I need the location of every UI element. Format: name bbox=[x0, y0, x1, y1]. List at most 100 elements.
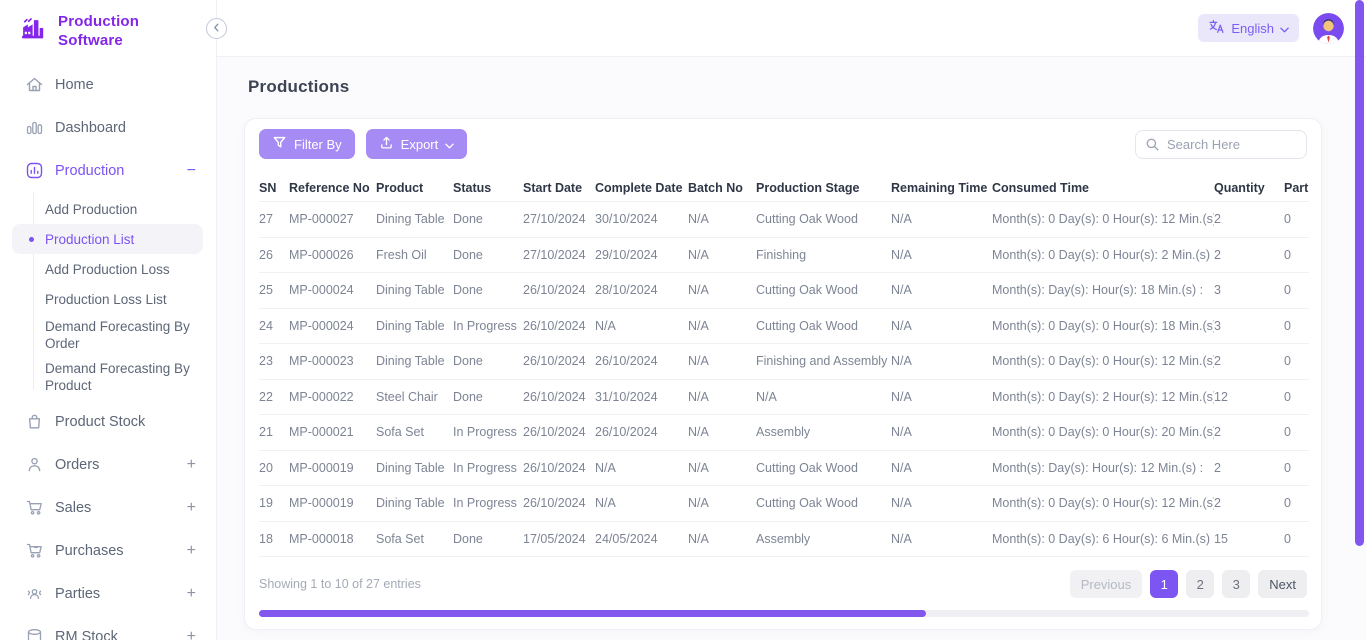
table-cell-product: Dining Table bbox=[376, 319, 453, 333]
sidebar-item-sales[interactable]: Sales + bbox=[0, 486, 216, 529]
sub-item-label: Demand Forecasting By Product bbox=[45, 360, 193, 394]
expand-plus-icon[interactable]: + bbox=[187, 586, 196, 602]
table-row: 21MP-000021Sofa SetIn Progress26/10/2024… bbox=[259, 414, 1309, 450]
sidebar-item-add-production-loss[interactable]: Add Production Loss bbox=[12, 254, 203, 284]
column-header-reference-no: Reference No bbox=[289, 181, 376, 195]
table-cell-status: In Progress bbox=[453, 496, 523, 510]
table-cell-production-stage: Assembly bbox=[756, 425, 891, 439]
column-header-production-stage: Production Stage bbox=[756, 181, 891, 195]
table-body: 27MP-000027Dining TableDone27/10/202430/… bbox=[259, 201, 1309, 557]
table-cell-start-date: 26/10/2024 bbox=[523, 283, 595, 297]
expand-plus-icon[interactable]: + bbox=[187, 543, 196, 559]
expand-plus-icon[interactable]: + bbox=[187, 457, 196, 473]
table-cell-reference-no: MP-000021 bbox=[289, 425, 376, 439]
column-header-status: Status bbox=[453, 181, 523, 195]
table-cell-quantity: 2 bbox=[1214, 212, 1284, 226]
vertical-scrollbar-thumb[interactable] bbox=[1355, 0, 1364, 546]
table-cell-product: Fresh Oil bbox=[376, 248, 453, 262]
sidebar-item-rm-stock[interactable]: RM Stock + bbox=[0, 615, 216, 640]
table-cell-consumed-time: Month(s): 0 Day(s): 0 Hour(s): 2 Min.(s)… bbox=[992, 248, 1214, 262]
sidebar-item-parties[interactable]: Parties + bbox=[0, 572, 216, 615]
sidebar-item-label: Home bbox=[55, 77, 94, 93]
table-header-row: SNReference NoProductStatusStart DateCom… bbox=[259, 175, 1309, 201]
sidebar-item-purchases[interactable]: Purchases + bbox=[0, 529, 216, 572]
table-cell-complete-date: N/A bbox=[595, 319, 688, 333]
sidebar-collapse-button[interactable] bbox=[206, 18, 227, 39]
page-button-2[interactable]: 2 bbox=[1186, 570, 1214, 598]
table-cell-product: Sofa Set bbox=[376, 425, 453, 439]
table-cell-sn: 25 bbox=[259, 283, 289, 297]
previous-page-button[interactable]: Previous bbox=[1070, 570, 1143, 598]
table-cell-remaining-time: N/A bbox=[891, 248, 992, 262]
table-cell-consumed-time: Month(s): 0 Day(s): 0 Hour(s): 20 Min.(s… bbox=[992, 425, 1214, 439]
sidebar-item-production-loss-list[interactable]: Production Loss List bbox=[12, 284, 203, 314]
expand-plus-icon[interactable]: + bbox=[187, 629, 196, 640]
table-cell-status: Done bbox=[453, 354, 523, 368]
table-cell-production-stage: Cutting Oak Wood bbox=[756, 461, 891, 475]
user-avatar[interactable] bbox=[1313, 13, 1344, 44]
table-cell-production-stage: Cutting Oak Wood bbox=[756, 212, 891, 226]
page-button-1[interactable]: 1 bbox=[1150, 570, 1178, 598]
table-cell-consumed-time: Month(s): 0 Day(s): 0 Hour(s): 18 Min.(s… bbox=[992, 319, 1214, 333]
vertical-scrollbar bbox=[1355, 0, 1364, 640]
sidebar-item-orders[interactable]: Orders + bbox=[0, 443, 216, 486]
entries-summary: Showing 1 to 10 of 27 entries bbox=[259, 577, 421, 591]
collapse-minus-icon[interactable]: − bbox=[187, 163, 196, 179]
horizontal-scrollbar-thumb[interactable] bbox=[259, 610, 926, 617]
table-cell-complete-date: 31/10/2024 bbox=[595, 390, 688, 404]
column-header-complete-date: Complete Date bbox=[595, 181, 688, 195]
people-icon bbox=[25, 584, 44, 603]
table-row: 24MP-000024Dining TableIn Progress26/10/… bbox=[259, 308, 1309, 344]
table-cell-partially: 0 bbox=[1284, 390, 1309, 404]
export-button[interactable]: Export bbox=[366, 129, 468, 159]
column-header-partially: Partially bbox=[1284, 181, 1309, 195]
table-cell-sn: 18 bbox=[259, 532, 289, 546]
table-row: 19MP-000019Dining TableIn Progress26/10/… bbox=[259, 485, 1309, 521]
table-cell-partially: 0 bbox=[1284, 532, 1309, 546]
sidebar-item-product-stock[interactable]: Product Stock bbox=[0, 400, 216, 443]
sidebar-item-label: RM Stock bbox=[55, 629, 118, 640]
sidebar-item-production[interactable]: Production − bbox=[0, 149, 216, 192]
table-cell-reference-no: MP-000019 bbox=[289, 496, 376, 510]
expand-plus-icon[interactable]: + bbox=[187, 500, 196, 516]
page-button-3[interactable]: 3 bbox=[1222, 570, 1250, 598]
sidebar-item-home[interactable]: Home bbox=[0, 63, 216, 106]
next-page-button[interactable]: Next bbox=[1258, 570, 1307, 598]
table-cell-remaining-time: N/A bbox=[891, 461, 992, 475]
horizontal-scrollbar bbox=[259, 610, 1309, 617]
filter-by-button[interactable]: Filter By bbox=[259, 129, 355, 159]
table-cell-consumed-time: Month(s): 0 Day(s): 0 Hour(s): 12 Min.(s… bbox=[992, 496, 1214, 510]
sidebar-item-dashboard[interactable]: Dashboard bbox=[0, 106, 216, 149]
table-cell-product: Dining Table bbox=[376, 354, 453, 368]
table-cell-remaining-time: N/A bbox=[891, 354, 992, 368]
table-cell-production-stage: Finishing bbox=[756, 248, 891, 262]
table-cell-consumed-time: Month(s): Day(s): Hour(s): 18 Min.(s) : bbox=[992, 283, 1214, 297]
sidebar-item-add-production[interactable]: Add Production bbox=[12, 194, 203, 224]
search-input[interactable] bbox=[1135, 130, 1307, 159]
table-cell-status: Done bbox=[453, 283, 523, 297]
table-cell-start-date: 17/05/2024 bbox=[523, 532, 595, 546]
language-selector[interactable]: English bbox=[1198, 14, 1299, 42]
table-cell-batch-no: N/A bbox=[688, 425, 756, 439]
table-cell-reference-no: MP-000023 bbox=[289, 354, 376, 368]
sidebar-item-demand-forecasting-by-order[interactable]: Demand Forecasting By Order bbox=[12, 314, 203, 356]
column-header-sn: SN bbox=[259, 181, 289, 195]
table-cell-sn: 24 bbox=[259, 319, 289, 333]
table-cell-batch-no: N/A bbox=[688, 532, 756, 546]
table-cell-start-date: 26/10/2024 bbox=[523, 461, 595, 475]
table-cell-product: Dining Table bbox=[376, 212, 453, 226]
main-content: Productions Filter By bbox=[217, 57, 1366, 640]
table-cell-status: In Progress bbox=[453, 425, 523, 439]
table-cell-start-date: 26/10/2024 bbox=[523, 425, 595, 439]
bag-icon bbox=[25, 412, 44, 431]
sidebar-item-demand-forecasting-by-product[interactable]: Demand Forecasting By Product bbox=[12, 356, 203, 398]
table-cell-complete-date: 24/05/2024 bbox=[595, 532, 688, 546]
table-cell-batch-no: N/A bbox=[688, 390, 756, 404]
table-cell-sn: 20 bbox=[259, 461, 289, 475]
sidebar-item-label: Purchases bbox=[55, 543, 124, 559]
funnel-icon bbox=[272, 135, 287, 153]
table-cell-consumed-time: Month(s): 0 Day(s): 6 Hour(s): 6 Min.(s)… bbox=[992, 532, 1214, 546]
sidebar-item-production-list[interactable]: Production List bbox=[12, 224, 203, 254]
table-cell-partially: 0 bbox=[1284, 354, 1309, 368]
filter-by-label: Filter By bbox=[294, 137, 342, 152]
